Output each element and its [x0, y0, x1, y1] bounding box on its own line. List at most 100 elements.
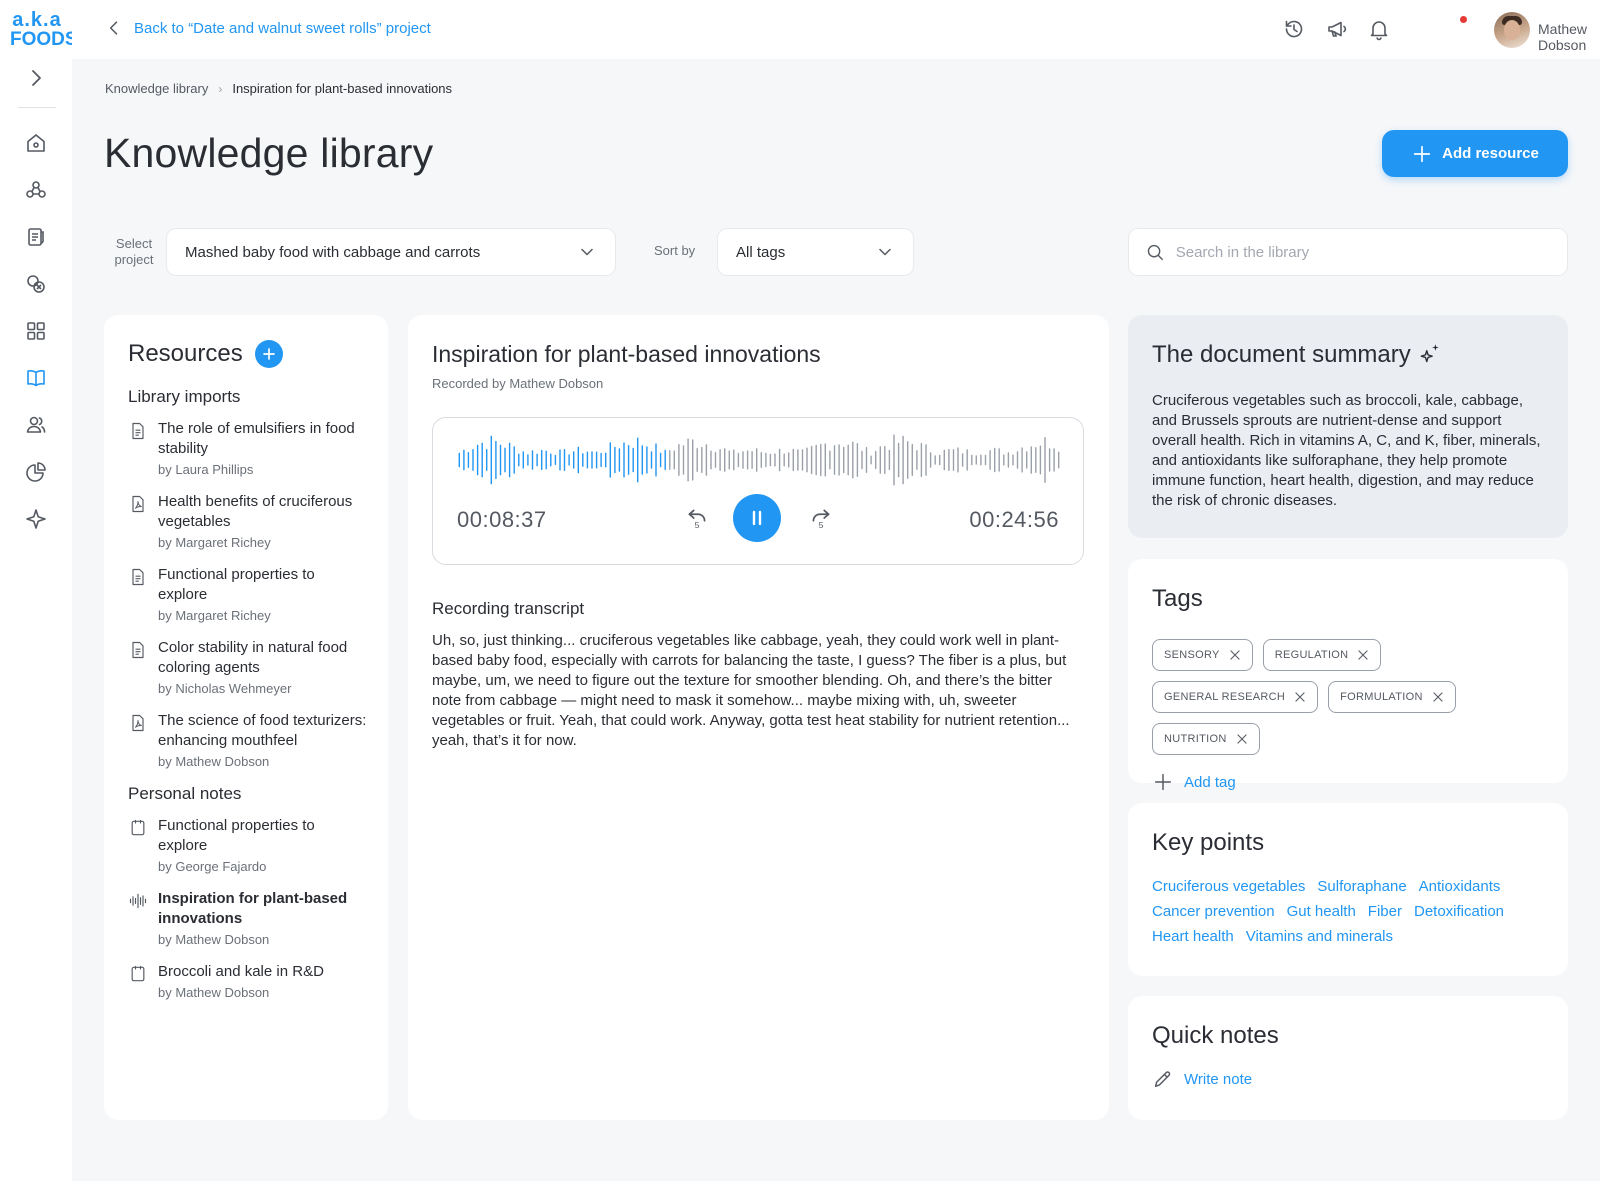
expand-sidebar-button[interactable]: [24, 66, 48, 90]
resource-item[interactable]: Functional properties to explore by Georg…: [128, 816, 368, 874]
document-icon: [128, 640, 148, 660]
search-icon: [1147, 244, 1163, 260]
add-resource-small-button[interactable]: [254, 340, 283, 368]
resource-author: by Mathew Dobson: [158, 932, 270, 947]
key-point-link[interactable]: Gut health: [1287, 902, 1356, 922]
resource-item[interactable]: The science of food texturizers: enhanci…: [128, 711, 368, 769]
key-point-link[interactable]: Cruciferous vegetables: [1152, 877, 1305, 897]
tag-chip: FORMULATION: [1328, 681, 1456, 713]
nav-knowledge-library[interactable]: [22, 364, 50, 392]
project-select-value: Mashed baby food with cabbage and carrot…: [185, 243, 481, 261]
sidebar-divider: [18, 107, 56, 108]
key-point-link[interactable]: Antioxidants: [1419, 877, 1501, 897]
breadcrumb-root[interactable]: Knowledge library: [105, 81, 208, 96]
library-imports-list: The role of emulsifiers in food stabilit…: [128, 419, 368, 769]
key-point-link[interactable]: Vitamins and minerals: [1246, 927, 1393, 947]
tag-chip: REGULATION: [1262, 639, 1382, 671]
resource-title: Inspiration for plant-based innovations: [158, 890, 348, 927]
resource-title: Health benefits of cruciferous vegetable…: [158, 493, 353, 530]
resource-item[interactable]: The role of emulsifiers in food stabilit…: [128, 419, 368, 477]
megaphone-icon: [1328, 21, 1347, 37]
resources-panel: Resources Library imports The role of em…: [104, 315, 388, 1120]
tags-title: Tags: [1152, 585, 1203, 612]
recipe-icon: [28, 228, 44, 246]
book-icon: [27, 370, 45, 387]
remove-tag-icon[interactable]: [1431, 690, 1445, 704]
plus-icon: [1154, 773, 1172, 791]
recorded-by: Recorded by Mathew Dobson: [432, 376, 604, 391]
chevron-down-icon: [879, 248, 891, 256]
avatar[interactable]: [1494, 12, 1530, 48]
document-summary-panel: The document summary Cruciferous vegetab…: [1128, 315, 1568, 538]
waveform[interactable]: [457, 432, 1061, 488]
tag-chip: GENERAL RESEARCH: [1152, 681, 1319, 713]
rewind-5-button[interactable]: 5: [681, 502, 713, 534]
tag-chip: NUTRITION: [1152, 723, 1260, 755]
resource-author: by Margaret Richey: [158, 608, 271, 623]
sort-select[interactable]: All tags: [717, 228, 914, 276]
bell-icon: [1370, 21, 1388, 41]
remove-tag-icon[interactable]: [1228, 648, 1242, 662]
transcript-title: Recording transcript: [432, 599, 585, 618]
key-point-link[interactable]: Cancer prevention: [1152, 902, 1275, 922]
pause-icon: [752, 510, 762, 526]
nav-team[interactable]: [22, 411, 50, 439]
breadcrumb: Knowledge library › Inspiration for plan…: [105, 81, 452, 96]
breadcrumb-current: Inspiration for plant-based innovations: [232, 81, 453, 96]
resource-title: Color stability in natural food coloring…: [158, 639, 348, 676]
note-icon: [128, 964, 148, 984]
tag-label: REGULATION: [1274, 649, 1349, 661]
resource-item[interactable]: Functional properties to explore by Marga…: [128, 565, 368, 623]
logo[interactable]: a.k.a FOODS: [10, 10, 78, 49]
resource-title: The science of food texturizers: enhanci…: [158, 712, 367, 749]
topbar: Back to “Date and walnut sweet rolls” pr…: [72, 0, 1600, 59]
key-points-list: Cruciferous vegetables Sulforaphane Antiox…: [1152, 877, 1552, 947]
back-to-project-link[interactable]: Back to “Date and walnut sweet rolls” pr…: [104, 18, 431, 38]
forward-5-icon: 5: [812, 509, 830, 530]
current-time: 00:08:37: [457, 507, 547, 532]
summary-title: The document summary: [1152, 341, 1411, 368]
remove-tag-icon[interactable]: [1235, 732, 1249, 746]
key-point-link[interactable]: Heart health: [1152, 927, 1234, 947]
resource-item[interactable]: Broccoli and kale in R&D by Mathew Dobson: [128, 962, 368, 1000]
resource-item[interactable]: Health benefits of cruciferous vegetable…: [128, 492, 368, 550]
remove-tag-icon[interactable]: [1293, 690, 1307, 704]
nav-ai[interactable]: [22, 505, 50, 533]
key-point-link[interactable]: Detoxification: [1414, 902, 1504, 922]
audio-player: 00:08:37 5 5 00:24:56: [432, 417, 1084, 565]
project-select[interactable]: Mashed baby food with cabbage and carrot…: [166, 228, 616, 276]
key-point-link[interactable]: Sulforaphane: [1317, 877, 1406, 897]
announcements-button[interactable]: [1325, 17, 1349, 41]
resource-author: by Nicholas Wehmeyer: [158, 681, 292, 696]
pause-button[interactable]: [733, 494, 781, 542]
nav-analytics[interactable]: [22, 458, 50, 486]
nav-molecules[interactable]: [22, 176, 50, 204]
key-points-panel: Key points Cruciferous vegetables Sulfora…: [1128, 803, 1568, 976]
history-button[interactable]: [1282, 17, 1306, 41]
resource-title: The role of emulsifiers in food stabilit…: [158, 420, 355, 457]
quick-notes-title: Quick notes: [1152, 1022, 1279, 1049]
recording-panel: Inspiration for plant-based innovations …: [408, 315, 1109, 1120]
transcript-text: Uh, so, just thinking... cruciferous veg…: [432, 632, 1070, 749]
resource-item[interactable]: Color stability in natural food coloring…: [128, 638, 368, 696]
analytics-icon: [26, 462, 46, 482]
add-resource-button[interactable]: Add resource: [1382, 130, 1568, 177]
user-name[interactable]: Mathew Dobson: [1538, 21, 1600, 53]
write-note-button[interactable]: Write note: [1152, 1068, 1544, 1090]
library-search[interactable]: [1128, 228, 1568, 276]
audio-icon: [128, 891, 148, 911]
remove-tag-icon[interactable]: [1356, 648, 1370, 662]
notifications-button[interactable]: [1367, 17, 1391, 41]
nav-ingredients[interactable]: [22, 270, 50, 298]
nav-recipes[interactable]: [22, 223, 50, 251]
resource-item[interactable]: Inspiration for plant-based innovations b…: [128, 889, 368, 947]
summary-text: Cruciferous vegetables such as broccoli,…: [1152, 392, 1541, 509]
search-input[interactable]: [1175, 243, 1551, 261]
forward-5-button[interactable]: 5: [805, 502, 837, 534]
personal-notes-list: Functional properties to explore by Georg…: [128, 816, 368, 1000]
plus-icon: [262, 348, 275, 360]
nav-dashboard[interactable]: [22, 317, 50, 345]
nav-home[interactable]: [22, 129, 50, 157]
key-point-link[interactable]: Fiber: [1368, 902, 1402, 922]
add-tag-button[interactable]: Add tag: [1152, 771, 1544, 793]
